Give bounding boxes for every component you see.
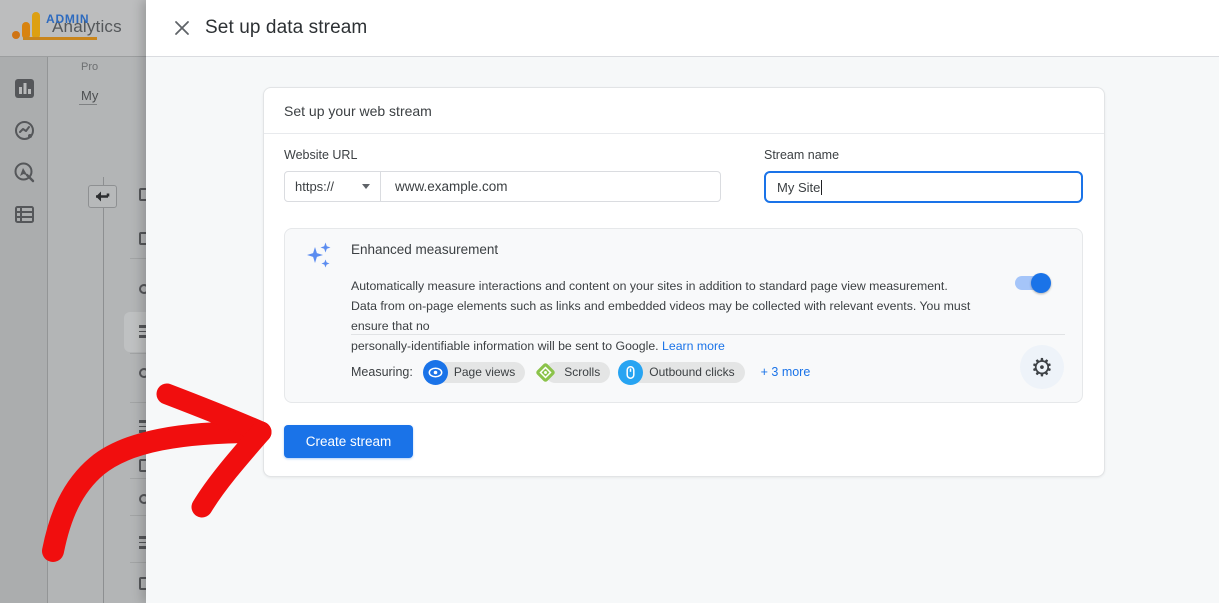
admin-menu-icon-fragment: [139, 494, 146, 504]
website-url-input-group: https:// www.example.com: [284, 171, 721, 202]
mouse-icon: [618, 360, 643, 385]
enhanced-measurement-box: Enhanced measurement Automatically measu…: [284, 228, 1083, 403]
desc-line2: Data from on-page elements such as links…: [351, 299, 970, 333]
back-arrow-button[interactable]: [88, 185, 117, 208]
panel-header: Set up data stream: [146, 0, 1219, 57]
chip-outbound-clicks[interactable]: Outbound clicks: [618, 360, 744, 385]
admin-menu-icon-fragment: [139, 325, 146, 338]
chip-label: Scrolls: [564, 365, 600, 379]
admin-menu-icon-fragment: [139, 536, 146, 549]
hierarchy-connector-line: [103, 177, 104, 603]
admin-menu-icon-fragment: [139, 368, 146, 378]
admin-list-icon[interactable]: [14, 204, 35, 225]
admin-menu-icon-fragment: [139, 284, 146, 294]
logo-bar-tall: [32, 12, 40, 39]
admin-tab-underline: [23, 37, 97, 40]
tab-admin[interactable]: ADMIN: [46, 12, 89, 26]
admin-menu-icon-fragment: [139, 577, 146, 590]
website-url-input[interactable]: www.example.com: [381, 179, 508, 194]
url-scheme-value: https://: [295, 179, 334, 194]
card-header-title: Set up your web stream: [284, 103, 432, 119]
logo-dot: [12, 31, 20, 39]
admin-menu-icon-fragment: [139, 232, 146, 245]
enhanced-measurement-description: Automatically measure interactions and c…: [351, 276, 1011, 356]
desc-line1: Automatically measure interactions and c…: [351, 279, 948, 293]
admin-menu-icon-fragment: [139, 459, 146, 472]
chip-label: Outbound clicks: [649, 365, 734, 379]
menu-separator: [130, 515, 146, 516]
create-stream-button[interactable]: Create stream: [284, 425, 413, 458]
url-scheme-select[interactable]: https://: [285, 172, 381, 201]
eye-icon: [423, 360, 448, 385]
reports-icon[interactable]: [14, 78, 35, 99]
scroll-diamond-icon: [533, 360, 558, 385]
panel-title: Set up data stream: [205, 17, 367, 39]
card-header: Set up your web stream: [264, 88, 1104, 134]
property-dropdown-underline: [79, 104, 97, 105]
realtime-icon[interactable]: [14, 120, 35, 141]
property-label-partial: Pro: [81, 61, 98, 73]
measuring-row: Measuring: Page views Scrolls: [351, 347, 1065, 397]
menu-separator: [130, 402, 146, 403]
property-value-partial: My: [81, 88, 98, 103]
admin-menu-icon-fragment: [139, 420, 146, 433]
menu-separator: [130, 562, 146, 563]
google-analytics-logo-icon: [12, 12, 42, 39]
menu-separator: [130, 258, 146, 259]
toggle-knob: [1031, 273, 1051, 293]
close-icon: [174, 20, 190, 36]
text-cursor: [821, 180, 822, 195]
stream-name-value: My Site: [777, 180, 820, 195]
admin-menu-icon-fragment: [139, 188, 146, 201]
chip-scrolls[interactable]: Scrolls: [533, 360, 610, 385]
setup-data-stream-panel: Set up data stream Set up your web strea…: [146, 0, 1219, 603]
stream-name-input[interactable]: My Site: [764, 171, 1083, 203]
chip-label: Page views: [454, 365, 515, 379]
app-header-dimmed: Analytics: [0, 0, 146, 57]
ga-setup-data-stream-screen: Analytics ADMIN Pro My: [0, 0, 1219, 603]
measuring-label: Measuring:: [351, 365, 413, 379]
enhanced-measurement-toggle[interactable]: [1015, 276, 1049, 290]
menu-separator: [130, 353, 146, 354]
chip-page-views[interactable]: Page views: [423, 360, 525, 385]
menu-separator: [130, 478, 146, 479]
more-events-link[interactable]: + 3 more: [761, 365, 811, 379]
gear-icon: ⚙: [1031, 355, 1053, 380]
enhanced-measurement-settings-button[interactable]: ⚙: [1020, 345, 1064, 389]
website-url-label: Website URL: [284, 148, 357, 162]
left-nav-rail: [0, 57, 48, 603]
stream-name-label: Stream name: [764, 148, 839, 162]
divider: [351, 334, 1065, 335]
enhanced-measurement-title: Enhanced measurement: [351, 242, 498, 257]
close-button[interactable]: [170, 16, 194, 40]
sparkle-icon: [305, 240, 333, 274]
web-stream-card: Set up your web stream Website URL https…: [263, 87, 1105, 477]
explore-icon[interactable]: [14, 162, 35, 183]
chevron-down-icon: [362, 184, 370, 189]
back-arrow-icon: [94, 190, 111, 203]
